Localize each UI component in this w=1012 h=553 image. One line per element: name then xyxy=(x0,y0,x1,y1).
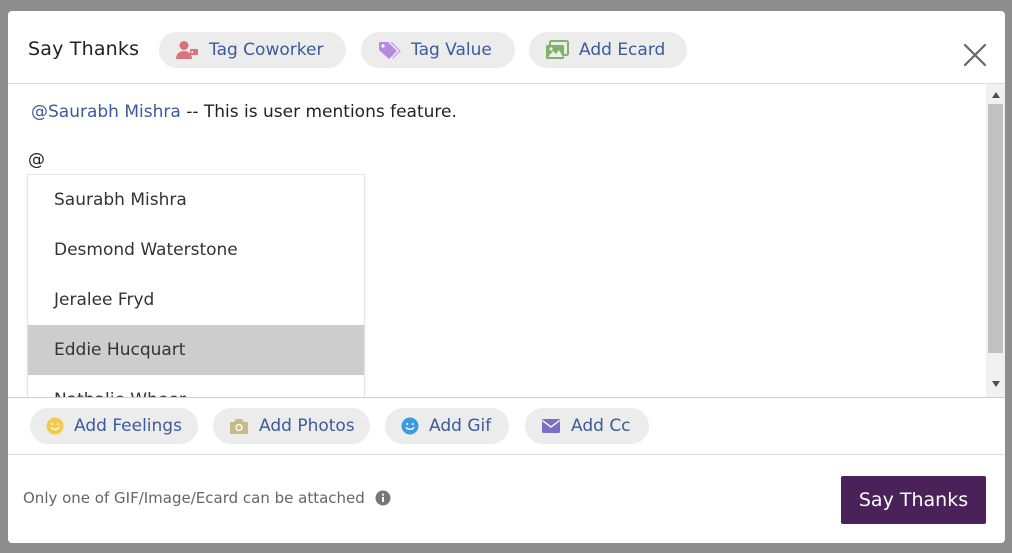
mention-trigger-input: @ xyxy=(28,150,45,170)
say-thanks-modal: Say Thanks Tag Coworker Tag Value Add Ec… xyxy=(8,11,1005,543)
suggestion-item[interactable]: Jeralee Fryd xyxy=(28,275,364,325)
suggestion-item[interactable]: Desmond Waterstone xyxy=(28,225,364,275)
camera-icon xyxy=(229,417,249,435)
info-icon[interactable] xyxy=(375,490,391,506)
add-photos-button[interactable]: Add Photos xyxy=(213,408,370,444)
modal-title: Say Thanks xyxy=(28,38,140,60)
tag-value-label: Tag Value xyxy=(411,40,492,60)
add-feelings-button[interactable]: Add Feelings xyxy=(30,408,198,444)
smile-icon xyxy=(46,417,64,435)
attachment-actions: Add Feelings Add Photos Add Gif Add Cc xyxy=(8,398,1005,455)
add-photos-label: Add Photos xyxy=(259,416,355,436)
user-mention[interactable]: @Saurabh Mishra xyxy=(31,102,181,122)
scroll-up-arrow-icon[interactable] xyxy=(986,86,1005,104)
close-icon[interactable] xyxy=(963,43,987,67)
mention-suggestions-dropdown: Saurabh Mishra Desmond Waterstone Jerale… xyxy=(27,174,365,397)
scrollbar-thumb[interactable] xyxy=(988,104,1003,353)
user-tag-icon xyxy=(175,40,199,60)
modal-header: Say Thanks Tag Coworker Tag Value Add Ec… xyxy=(8,11,1005,84)
editor-scrollbar[interactable] xyxy=(986,84,1005,397)
suggestion-item[interactable]: Nathalie Wheer xyxy=(28,375,364,397)
scroll-down-arrow-icon[interactable] xyxy=(986,375,1005,393)
image-icon xyxy=(545,40,569,60)
add-gif-label: Add Gif xyxy=(429,416,492,436)
tag-coworker-button[interactable]: Tag Coworker xyxy=(159,32,346,68)
attachment-note-text: Only one of GIF/Image/Ecard can be attac… xyxy=(23,489,365,507)
say-thanks-submit-button[interactable]: Say Thanks xyxy=(841,476,986,524)
suggestion-item-highlighted[interactable]: Eddie Hucquart xyxy=(28,325,364,375)
tag-icon xyxy=(377,40,401,60)
add-ecard-label: Add Ecard xyxy=(579,40,666,60)
message-line: @Saurabh Mishra -- This is user mentions… xyxy=(31,102,457,122)
message-editor[interactable]: @Saurabh Mishra -- This is user mentions… xyxy=(8,84,1005,398)
message-text: -- This is user mentions feature. xyxy=(180,102,457,122)
attachment-note: Only one of GIF/Image/Ecard can be attac… xyxy=(23,489,391,507)
tag-coworker-label: Tag Coworker xyxy=(209,40,324,60)
add-cc-label: Add Cc xyxy=(571,416,631,436)
suggestion-item[interactable]: Saurabh Mishra xyxy=(28,175,364,225)
modal-footer: Only one of GIF/Image/Ecard can be attac… xyxy=(8,455,1005,543)
add-feelings-label: Add Feelings xyxy=(74,416,182,436)
gif-smile-icon xyxy=(401,417,419,435)
add-ecard-button[interactable]: Add Ecard xyxy=(529,32,687,68)
add-gif-button[interactable]: Add Gif xyxy=(385,408,509,444)
envelope-icon xyxy=(541,418,561,434)
add-cc-button[interactable]: Add Cc xyxy=(525,408,649,444)
tag-value-button[interactable]: Tag Value xyxy=(361,32,515,68)
